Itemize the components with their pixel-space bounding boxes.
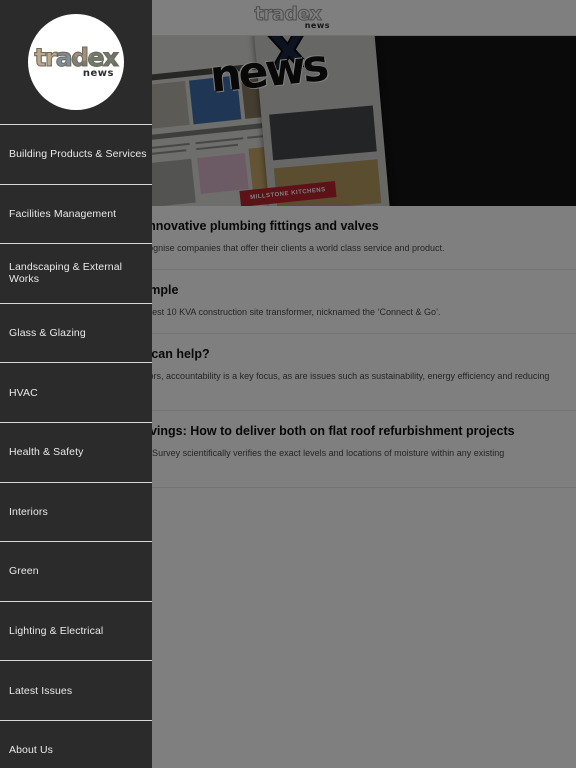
sidebar-item-label: Glass & Glazing — [9, 327, 86, 340]
sidebar-item-label: Interiors — [9, 505, 48, 518]
navigation-drawer: tradex news Building Products & Services… — [0, 0, 152, 768]
sidebar-item-label: Latest Issues — [9, 684, 73, 697]
drawer-logo[interactable]: tradex news — [28, 14, 124, 110]
sidebar-item-facilities-management[interactable]: Facilities Management — [0, 184, 152, 245]
sidebar-item-lighting-electrical[interactable]: Lighting & Electrical — [0, 601, 152, 662]
sidebar-item-label: Green — [9, 565, 39, 578]
sidebar-item-label: Landscaping & External Works — [9, 261, 123, 286]
drawer-logo-sub: news — [82, 67, 114, 79]
sidebar-item-health-safety[interactable]: Health & Safety — [0, 422, 152, 483]
sidebar-item-label: HVAC — [9, 386, 38, 399]
sidebar-item-label: Health & Safety — [9, 446, 84, 459]
sidebar-item-about-us[interactable]: About Us — [0, 720, 152, 768]
sidebar-item-glass-glazing[interactable]: Glass & Glazing — [0, 303, 152, 364]
sidebar-item-latest-issues[interactable]: Latest Issues — [0, 661, 152, 721]
sidebar-item-label: Facilities Management — [9, 207, 117, 220]
sidebar-item-hvac[interactable]: HVAC — [0, 363, 152, 423]
drawer-menu: Building Products & Services Facilities … — [0, 125, 152, 768]
sidebar-item-label: Lighting & Electrical — [9, 625, 104, 638]
drawer-logo-main: tradex — [34, 42, 120, 72]
sidebar-item-building-products-services[interactable]: Building Products & Services — [0, 125, 152, 185]
sidebar-item-landscaping-external-works[interactable]: Landscaping & External Works — [0, 244, 152, 304]
sidebar-item-interiors[interactable]: Interiors — [0, 482, 152, 543]
drawer-header: tradex news — [0, 0, 152, 125]
sidebar-item-green[interactable]: Green — [0, 542, 152, 602]
sidebar-item-label: About Us — [9, 744, 53, 757]
sidebar-item-label: Building Products & Services — [9, 148, 147, 161]
